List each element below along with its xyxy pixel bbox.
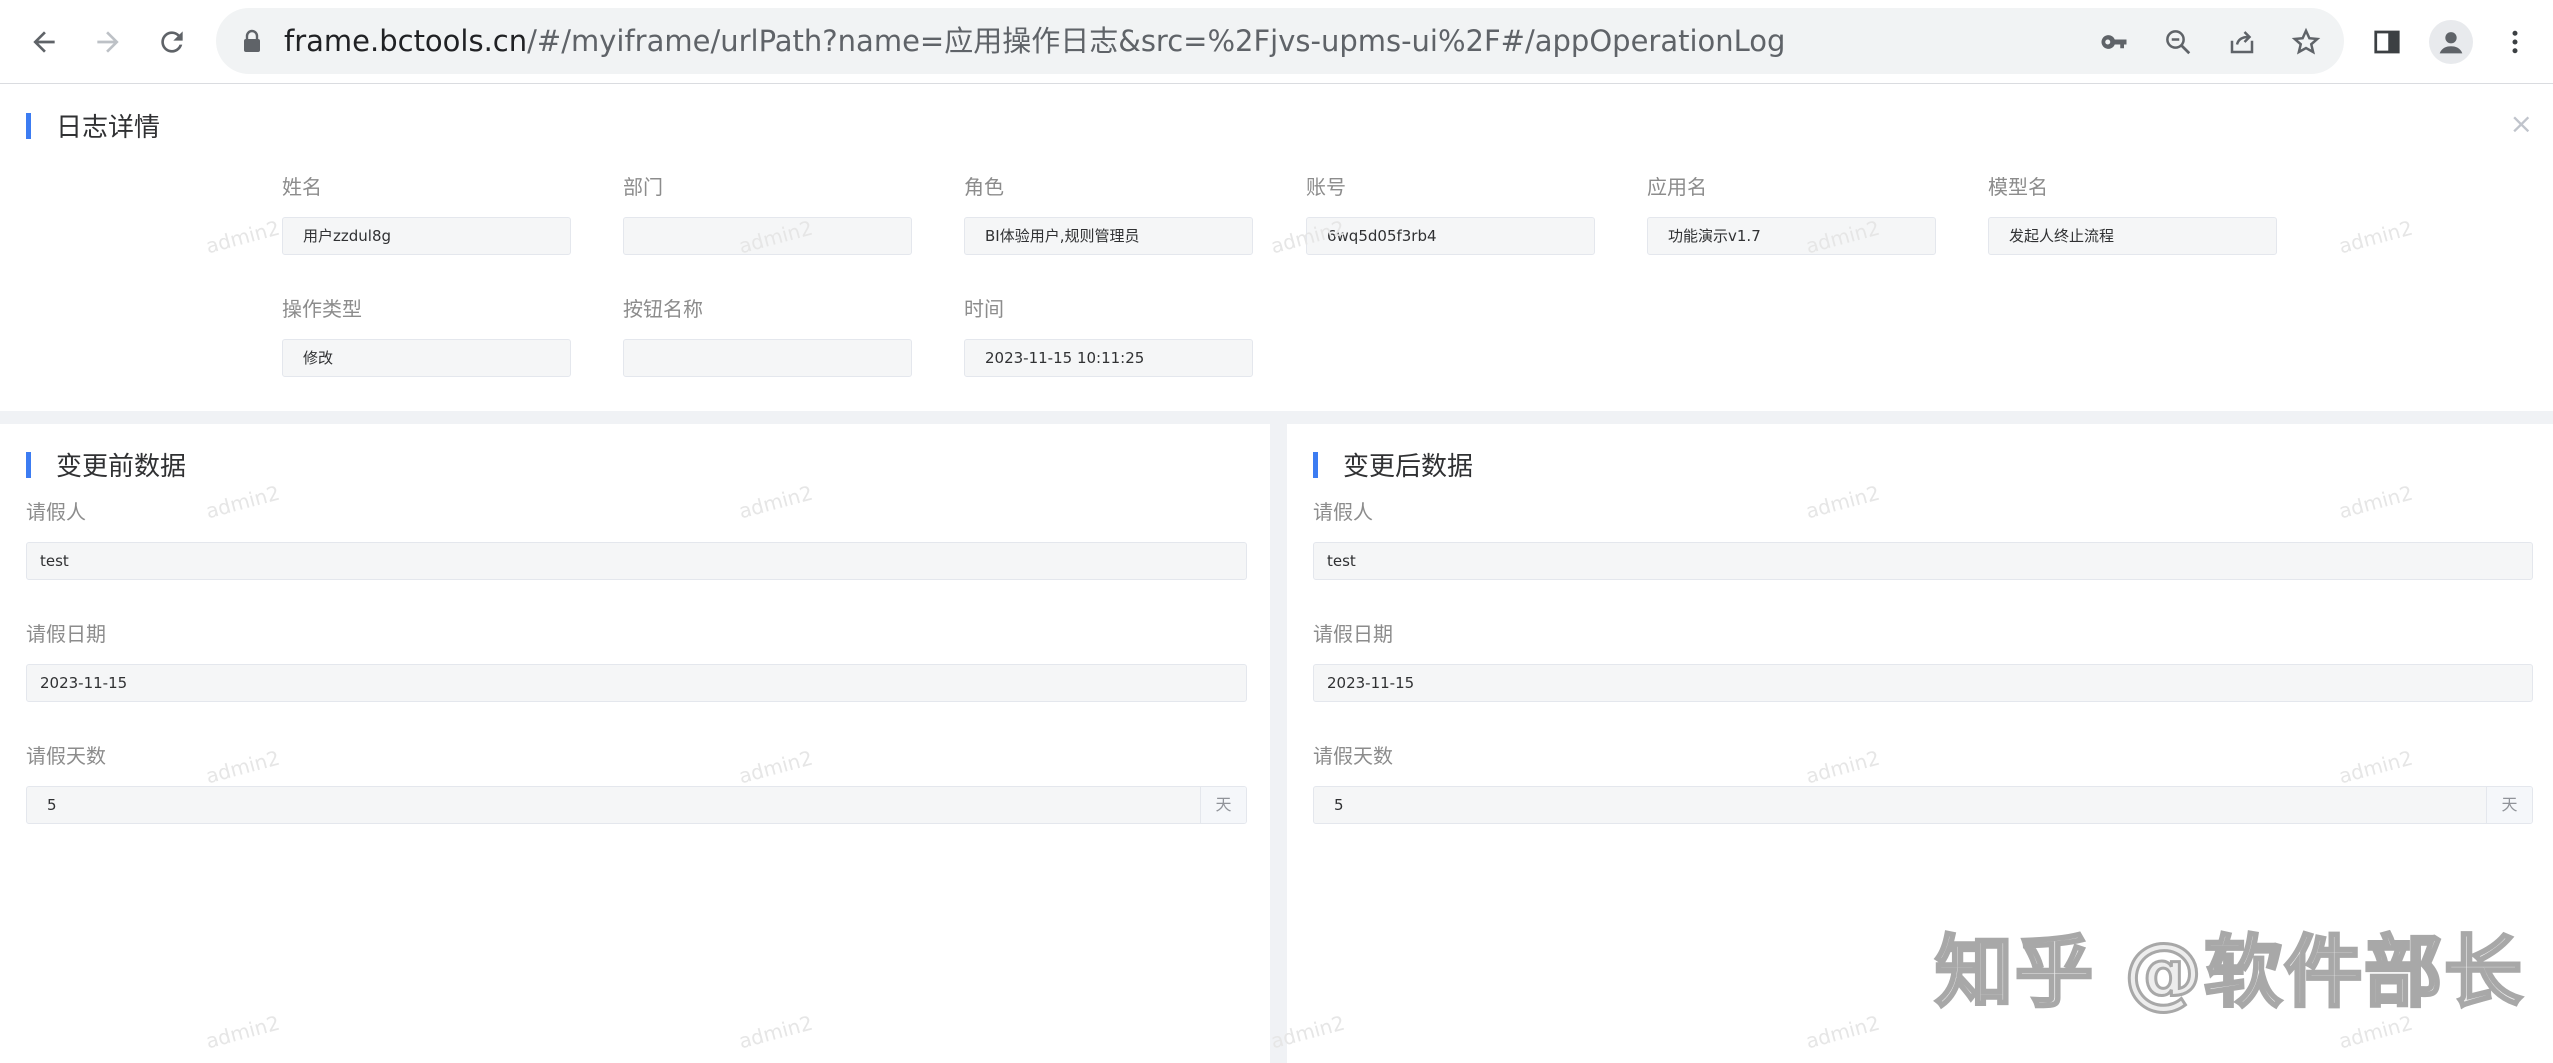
- chrome-menu-button[interactable]: [2492, 19, 2538, 65]
- days-unit: 天: [2486, 787, 2532, 823]
- zoom-button[interactable]: [2160, 24, 2196, 60]
- leave-date-field[interactable]: 2023-11-15: [1313, 664, 2533, 702]
- button-name-field[interactable]: [623, 339, 912, 377]
- section-title: 变更前数据: [26, 446, 186, 483]
- name-field[interactable]: 用户zzdul8g: [282, 217, 571, 255]
- applicant-label: 请假人: [1313, 500, 1373, 524]
- time-label: 时间: [964, 297, 1004, 321]
- applicant-label: 请假人: [26, 500, 86, 524]
- after-title: 变更后数据: [1343, 452, 1474, 482]
- zoom-out-icon: [2166, 30, 2191, 55]
- leave-days-value: 5: [47, 796, 57, 814]
- arrow-left-icon: [33, 31, 55, 53]
- applicant-field[interactable]: test: [26, 542, 1247, 580]
- password-key-button[interactable]: [2096, 24, 2132, 60]
- key-icon: [2101, 35, 2127, 49]
- forward-button[interactable]: [86, 20, 130, 64]
- reload-icon: [161, 31, 183, 53]
- accent-bar: [1313, 451, 1318, 478]
- dept-field[interactable]: [623, 217, 912, 255]
- site-watermark: 知乎 @软件部长: [1933, 927, 2525, 1020]
- side-panel-button[interactable]: [2364, 19, 2410, 65]
- share-button[interactable]: [2224, 24, 2260, 60]
- leave-days-field[interactable]: 5 天: [1313, 786, 2533, 824]
- section-title: 变更后数据: [1313, 446, 1473, 483]
- leave-days-field[interactable]: 5 天: [26, 786, 1247, 824]
- reload-button[interactable]: [150, 20, 194, 64]
- share-icon: [2230, 31, 2254, 54]
- leave-days-label: 请假天数: [26, 744, 106, 768]
- before-title: 变更前数据: [56, 452, 187, 482]
- leave-days-value: 5: [1334, 796, 1344, 814]
- section-title: 日志详情: [26, 107, 160, 144]
- address-bar[interactable]: frame.bctools.cn/#/myiframe/urlPath?name…: [216, 8, 2344, 74]
- profile-button[interactable]: [2428, 19, 2474, 65]
- dept-label: 部门: [623, 175, 663, 199]
- before-data-card: 变更前数据 请假人 test 请假日期 2023-11-15 请假天数 5 天: [0, 424, 1270, 1063]
- account-field[interactable]: 6wq5d05f3rb4: [1306, 217, 1595, 255]
- leave-date-label: 请假日期: [26, 622, 106, 646]
- model-label: 模型名: [1988, 175, 2048, 199]
- account-label: 账号: [1306, 175, 1346, 199]
- url-path: /#/myiframe/urlPath?name=应用操作日志&src=%2Fj…: [527, 24, 1786, 58]
- log-detail-title: 日志详情: [56, 113, 161, 143]
- days-unit: 天: [1200, 787, 1246, 823]
- browser-toolbar: frame.bctools.cn/#/myiframe/urlPath?name…: [0, 0, 2553, 84]
- accent-bar: [26, 112, 31, 139]
- leave-days-label: 请假天数: [1313, 744, 1393, 768]
- accent-bar: [26, 451, 31, 478]
- person-icon: [2439, 32, 2463, 54]
- button-name-label: 按钮名称: [623, 297, 703, 321]
- role-label: 角色: [964, 175, 1004, 199]
- leave-date-field[interactable]: 2023-11-15: [26, 664, 1247, 702]
- arrow-right-icon: [97, 31, 119, 53]
- lock-icon: [244, 29, 260, 52]
- close-icon[interactable]: ×: [2510, 107, 2533, 140]
- bookmark-button[interactable]: [2288, 24, 2324, 60]
- side-panel-icon: [2374, 30, 2400, 54]
- url-text[interactable]: frame.bctools.cn/#/myiframe/urlPath?name…: [284, 22, 1785, 60]
- time-field[interactable]: 2023-11-15 10:11:25: [964, 339, 1253, 377]
- name-label: 姓名: [282, 175, 322, 199]
- app-label: 应用名: [1647, 175, 1707, 199]
- op-type-field[interactable]: 修改: [282, 339, 571, 377]
- applicant-field[interactable]: test: [1313, 542, 2533, 580]
- app-field[interactable]: 功能演示v1.7: [1647, 217, 1936, 255]
- model-field[interactable]: 发起人终止流程: [1988, 217, 2277, 255]
- url-host: frame.bctools.cn: [284, 24, 528, 58]
- op-type-label: 操作类型: [282, 297, 362, 321]
- avatar: [2429, 20, 2473, 64]
- more-vert-icon: [2512, 30, 2518, 54]
- back-button[interactable]: [22, 20, 66, 64]
- star-icon: [2291, 27, 2321, 55]
- leave-date-label: 请假日期: [1313, 622, 1393, 646]
- log-detail-card: 日志详情 × 姓名 用户zzdul8g 部门 角色 BI体验用户,规则管理员 账…: [0, 85, 2553, 411]
- role-field[interactable]: BI体验用户,规则管理员: [964, 217, 1253, 255]
